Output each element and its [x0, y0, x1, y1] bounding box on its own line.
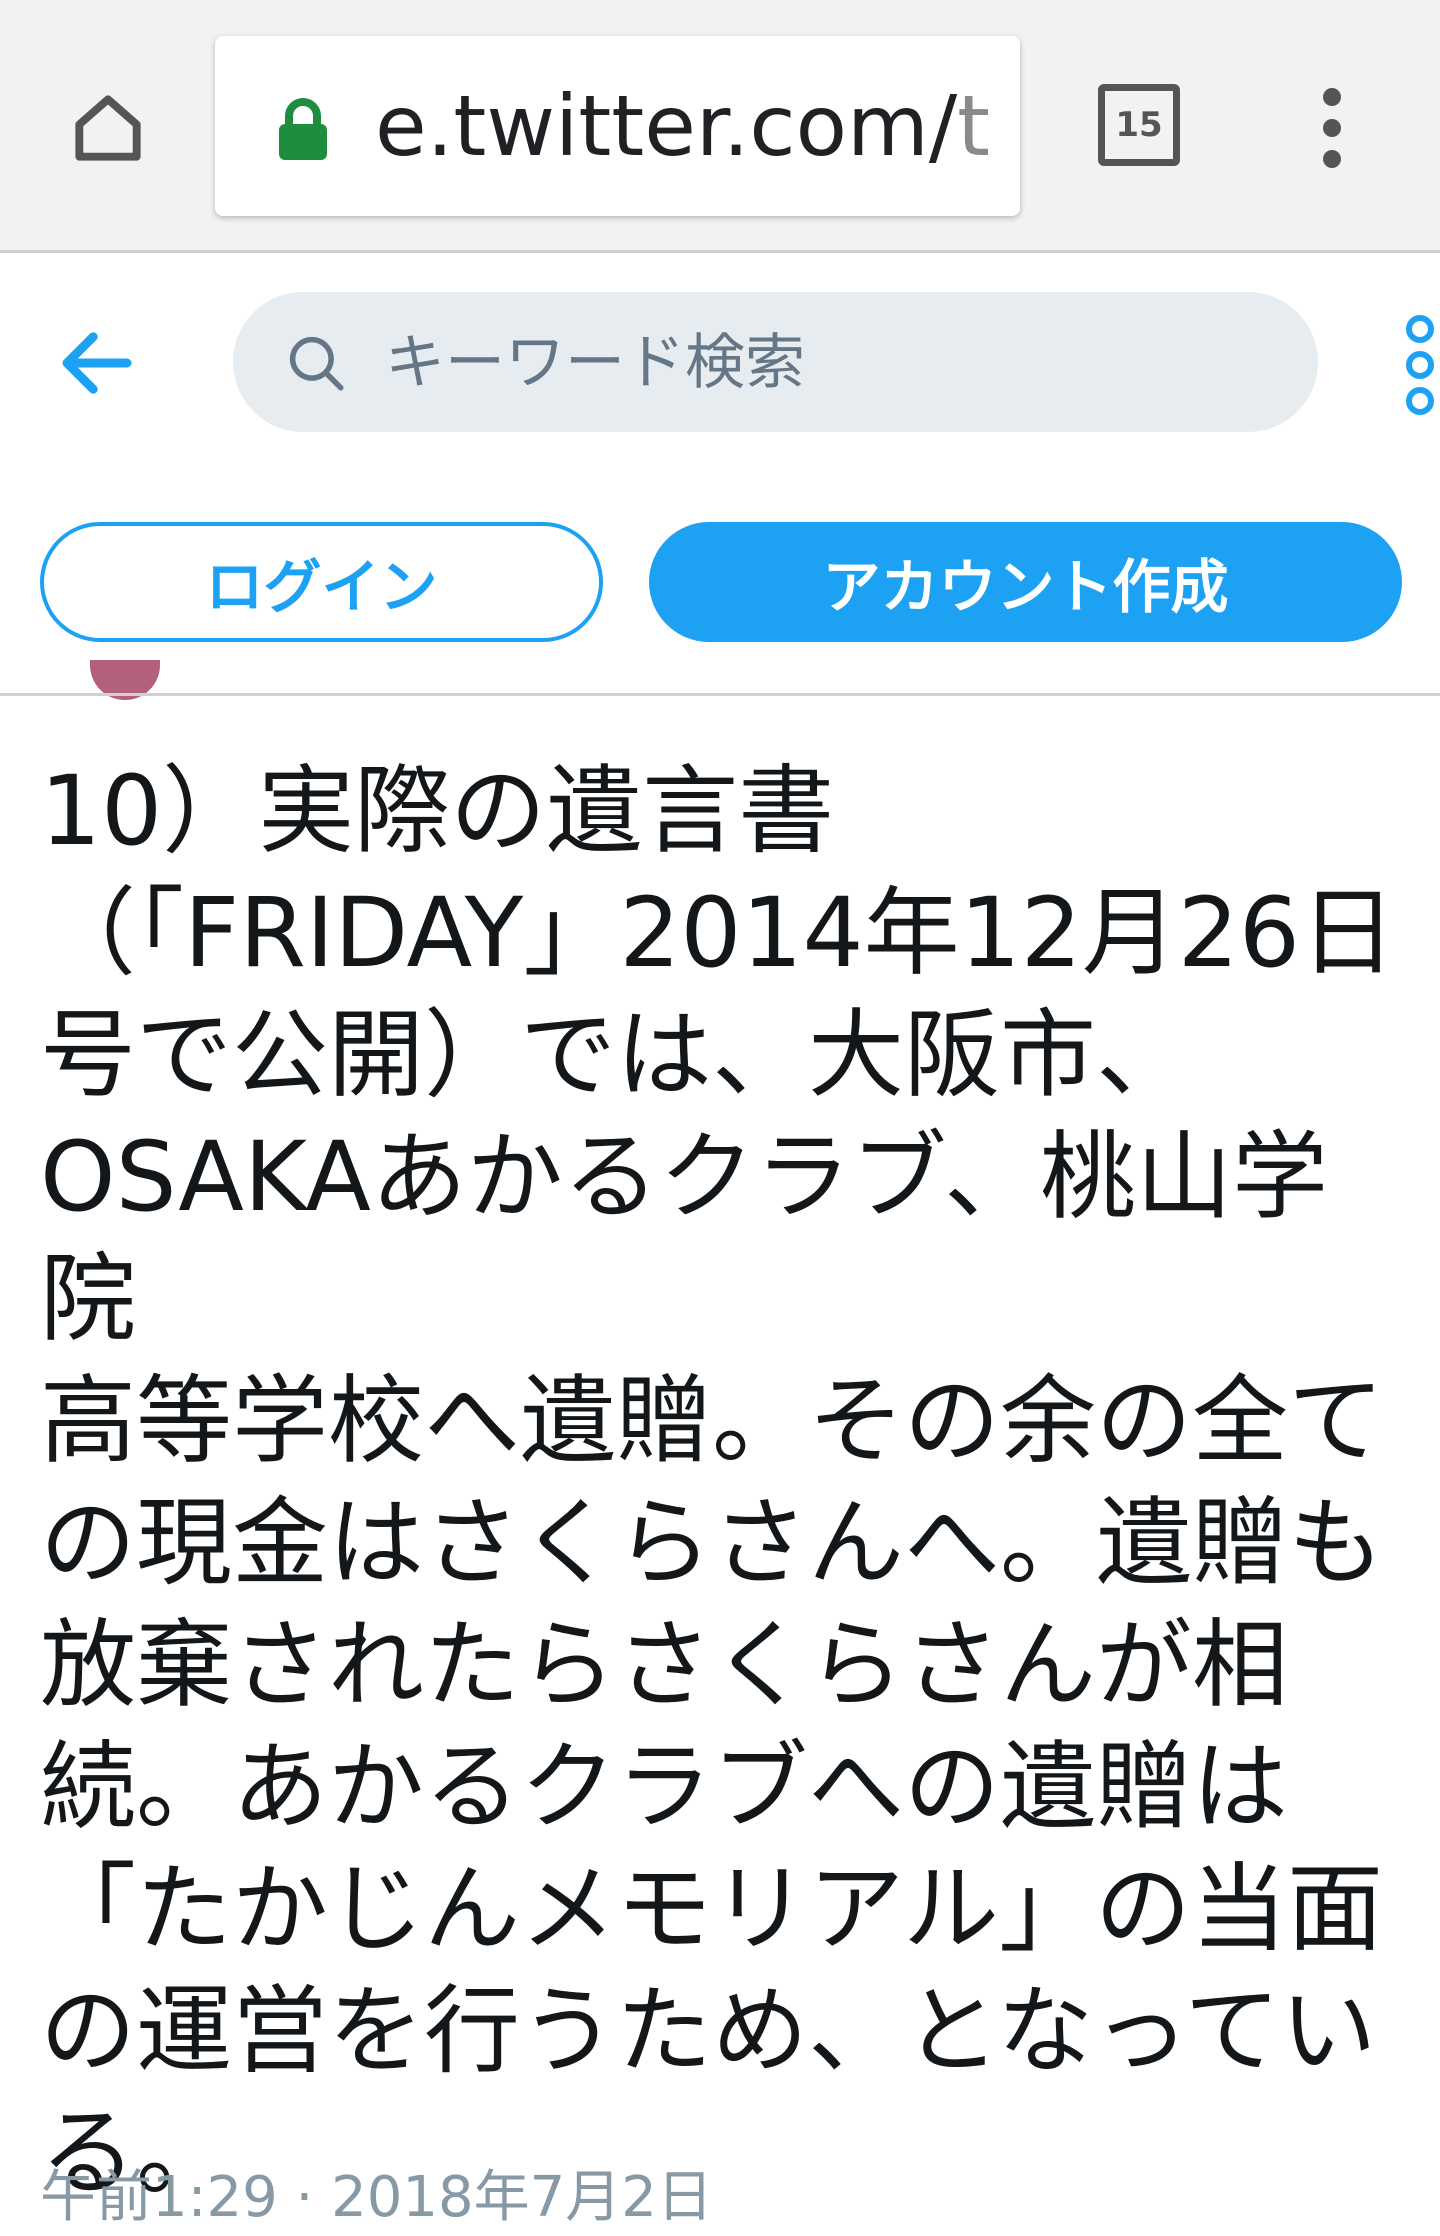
tweet-timestamp[interactable]: 午前1:29 · 2018年7月2日	[40, 2160, 713, 2236]
browser-toolbar: e.twitter.com/t 15	[0, 0, 1440, 253]
more-options-icon[interactable]	[1400, 315, 1440, 415]
browser-menu-icon[interactable]	[1312, 88, 1352, 168]
home-icon[interactable]	[60, 80, 155, 175]
header-divider	[0, 693, 1440, 696]
url-path: t	[957, 77, 991, 175]
lock-icon	[275, 96, 331, 160]
search-input[interactable]	[383, 322, 1267, 404]
address-bar[interactable]: e.twitter.com/t	[215, 36, 1020, 216]
tweet-text: 10）実際の遺言書 （「FRIDAY」2014年12月26日 号で公開）では、大…	[40, 755, 1396, 2209]
tab-switcher-button[interactable]: 15	[1098, 84, 1180, 166]
back-arrow-icon[interactable]	[52, 318, 142, 408]
tab-count: 15	[1115, 105, 1163, 145]
url-host: e.twitter.com/	[375, 77, 958, 175]
url-text: e.twitter.com/t	[375, 74, 990, 178]
search-icon	[283, 330, 349, 396]
search-box[interactable]	[233, 292, 1318, 432]
login-button[interactable]: ログイン	[40, 522, 603, 642]
signup-button[interactable]: アカウント作成	[649, 522, 1402, 642]
